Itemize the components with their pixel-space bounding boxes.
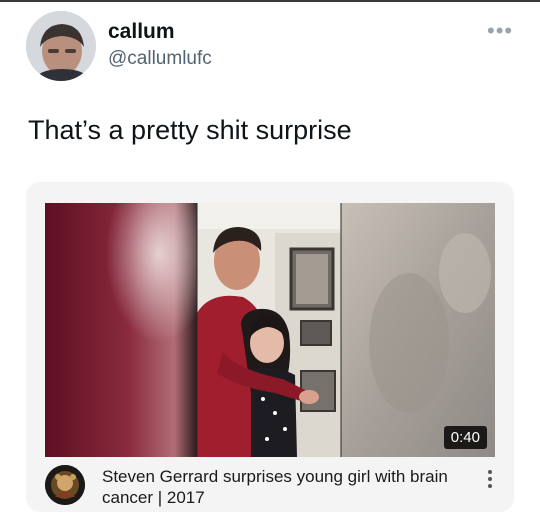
video-duration: 0:40 xyxy=(443,426,487,449)
more-vertical-icon[interactable] xyxy=(487,470,493,488)
channel-avatar-image xyxy=(45,465,85,505)
channel-avatar[interactable] xyxy=(45,465,85,505)
more-horizontal-icon[interactable]: ••• xyxy=(487,18,513,44)
video-card[interactable]: 0:40 Steven Gerrard surprises young girl… xyxy=(26,182,514,512)
user-handle[interactable]: @callumlufc xyxy=(108,48,212,70)
display-name[interactable]: callum xyxy=(108,20,175,44)
avatar[interactable] xyxy=(26,11,96,81)
avatar-image xyxy=(26,11,96,81)
video-title[interactable]: Steven Gerrard surprises young girl with… xyxy=(102,466,462,508)
video-thumbnail[interactable]: 0:40 xyxy=(45,203,495,457)
video-frame xyxy=(45,203,495,457)
tweet-text: That’s a pretty shit surprise xyxy=(28,115,352,145)
top-divider xyxy=(0,0,540,2)
